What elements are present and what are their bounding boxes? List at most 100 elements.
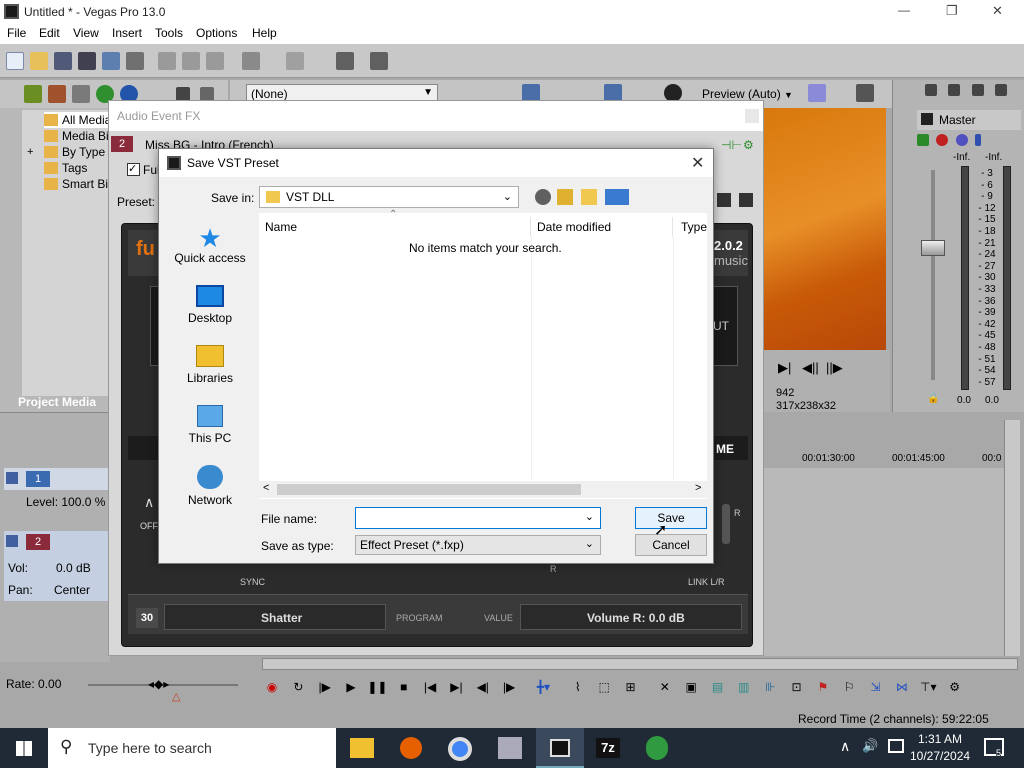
- globe-app-icon[interactable]: [646, 736, 668, 760]
- render-icon[interactable]: [102, 52, 120, 70]
- save-preset-icon[interactable]: [717, 193, 731, 207]
- lock-icon[interactable]: 🔒: [927, 393, 939, 404]
- scroll-thumb[interactable]: [277, 484, 581, 495]
- program-name-display[interactable]: Shatter: [164, 604, 386, 630]
- lock-icon[interactable]: ⊡: [787, 678, 807, 696]
- save-icon[interactable]: [54, 52, 72, 70]
- seven-zip-icon[interactable]: 7z: [596, 738, 620, 758]
- clock-date[interactable]: 10/27/2024: [910, 749, 970, 763]
- scroll-left-icon[interactable]: <: [263, 482, 269, 494]
- ignore-grouping-icon[interactable]: ⇲: [866, 678, 886, 696]
- new-file-icon[interactable]: [6, 52, 24, 70]
- plugin-knob[interactable]: [722, 504, 730, 544]
- copy-icon[interactable]: [182, 52, 200, 70]
- nav-desktop[interactable]: Desktop: [161, 285, 259, 335]
- open-folder-icon[interactable]: [30, 52, 48, 70]
- track-collapse-icon[interactable]: [6, 472, 18, 484]
- solo-icon[interactable]: [975, 134, 982, 146]
- media-props-icon[interactable]: [200, 87, 214, 101]
- cut-icon[interactable]: [158, 52, 176, 70]
- chevron-down-icon[interactable]: ⌄: [585, 510, 594, 523]
- column-header-name[interactable]: Name: [259, 217, 531, 237]
- split-icon[interactable]: ⊪: [760, 678, 780, 696]
- expand-toggle[interactable]: +: [27, 146, 33, 158]
- stop-icon[interactable]: ■: [394, 678, 414, 696]
- restore-button[interactable]: ❐: [946, 3, 966, 19]
- properties-icon[interactable]: [126, 52, 144, 70]
- new-folder-icon[interactable]: [581, 189, 597, 205]
- cancel-button[interactable]: Cancel: [635, 534, 707, 556]
- menu-edit[interactable]: Edit: [39, 26, 60, 40]
- tree-item-all-media[interactable]: All Media: [44, 112, 114, 128]
- minimize-button[interactable]: —: [898, 3, 918, 17]
- next-frame-alt-icon[interactable]: ||▶: [826, 360, 843, 376]
- file-list[interactable]: ⌃ Name Date modified Type No items match…: [259, 209, 707, 499]
- track-1-level[interactable]: Level: 100.0 %: [26, 495, 105, 509]
- nav-this-pc[interactable]: This PC: [161, 405, 259, 455]
- clock-time[interactable]: 1:31 AM: [918, 732, 962, 746]
- prev-frame-icon[interactable]: ◀|: [473, 678, 493, 696]
- menu-tools[interactable]: Tools: [155, 26, 183, 40]
- meter-icon[interactable]: [995, 84, 1008, 96]
- tree-item-smart-bin[interactable]: Smart Bin: [44, 176, 115, 192]
- master-fader[interactable]: [921, 240, 945, 256]
- nav-network[interactable]: Network: [161, 465, 259, 515]
- enable-snapping-icon[interactable]: [336, 52, 354, 70]
- next-frame-icon[interactable]: |▶: [499, 678, 519, 696]
- up-folder-icon[interactable]: [557, 189, 573, 205]
- fx-icon[interactable]: [917, 134, 929, 146]
- collapse-icon[interactable]: [971, 84, 984, 96]
- go-to-end-icon[interactable]: ▶|: [446, 678, 466, 696]
- media-view-icon[interactable]: [176, 87, 190, 101]
- save-button[interactable]: Save: [635, 507, 707, 529]
- ripple-icon[interactable]: ⚙: [945, 678, 965, 696]
- fx-close-button[interactable]: [745, 109, 759, 123]
- column-header-date[interactable]: Date modified: [531, 217, 673, 237]
- next-frame-icon[interactable]: ▶|: [778, 360, 791, 376]
- capture-icon[interactable]: [72, 85, 90, 103]
- pause-icon[interactable]: ❚❚: [367, 678, 387, 696]
- preview-quality-dropdown[interactable]: Preview (Auto) ▼: [702, 87, 793, 101]
- trim-start-icon[interactable]: ▤: [708, 678, 728, 696]
- record-icon[interactable]: ◉: [262, 678, 282, 696]
- dialog-close-button[interactable]: ✕: [691, 153, 704, 173]
- track-2-vol-value[interactable]: 0.0 dB: [56, 561, 91, 575]
- undo-icon[interactable]: [242, 52, 260, 70]
- fx-chain-icon[interactable]: [936, 134, 949, 146]
- save-as-icon[interactable]: [78, 52, 96, 70]
- menu-file[interactable]: File: [7, 26, 26, 40]
- menu-help[interactable]: Help: [252, 26, 277, 40]
- vertical-scrollbar[interactable]: [1004, 420, 1020, 656]
- tree-item-by-type[interactable]: By Type: [44, 144, 114, 160]
- scroll-right-icon[interactable]: >: [695, 482, 701, 494]
- start-button[interactable]: [0, 728, 48, 768]
- volume-icon[interactable]: 🔊: [862, 738, 878, 754]
- back-icon[interactable]: [24, 85, 42, 103]
- track-collapse-icon[interactable]: [6, 535, 18, 547]
- nav-quick-access[interactable]: ★ Quick access: [161, 225, 259, 275]
- delete-preset-icon[interactable]: [739, 193, 753, 207]
- taskbar-search[interactable]: ⚲ Type here to search: [48, 728, 336, 768]
- delete-icon[interactable]: ✕: [655, 678, 675, 696]
- trim-end-icon[interactable]: ▥: [734, 678, 754, 696]
- prev-frame-icon[interactable]: ◀||: [802, 360, 819, 376]
- chevron-up-icon[interactable]: ∧: [840, 738, 850, 755]
- file-explorer-icon[interactable]: [350, 738, 374, 758]
- redo-icon[interactable]: [286, 52, 304, 70]
- project-media-tab[interactable]: Project Media: [18, 395, 96, 409]
- grid-icon[interactable]: [808, 84, 826, 102]
- tree-item-media-bin[interactable]: Media Bin: [44, 128, 115, 144]
- what-is-this-icon[interactable]: [370, 52, 388, 70]
- firefox-icon[interactable]: [400, 737, 422, 759]
- region-icon[interactable]: ⚐: [839, 678, 859, 696]
- horizontal-scrollbar[interactable]: < >: [259, 481, 707, 498]
- selection-tool-icon[interactable]: ⬚: [594, 678, 614, 696]
- play-icon[interactable]: ▶: [341, 678, 361, 696]
- play-from-start-icon[interactable]: |▶: [315, 678, 335, 696]
- trim-icon[interactable]: ▣: [681, 678, 701, 696]
- menu-view[interactable]: View: [73, 26, 99, 40]
- marker-icon[interactable]: ⚑: [813, 678, 833, 696]
- save-in-dropdown[interactable]: VST DLL ⌄: [259, 186, 519, 208]
- program-number[interactable]: 30: [136, 608, 158, 628]
- edit-tool-icon[interactable]: ╋▾: [525, 678, 561, 696]
